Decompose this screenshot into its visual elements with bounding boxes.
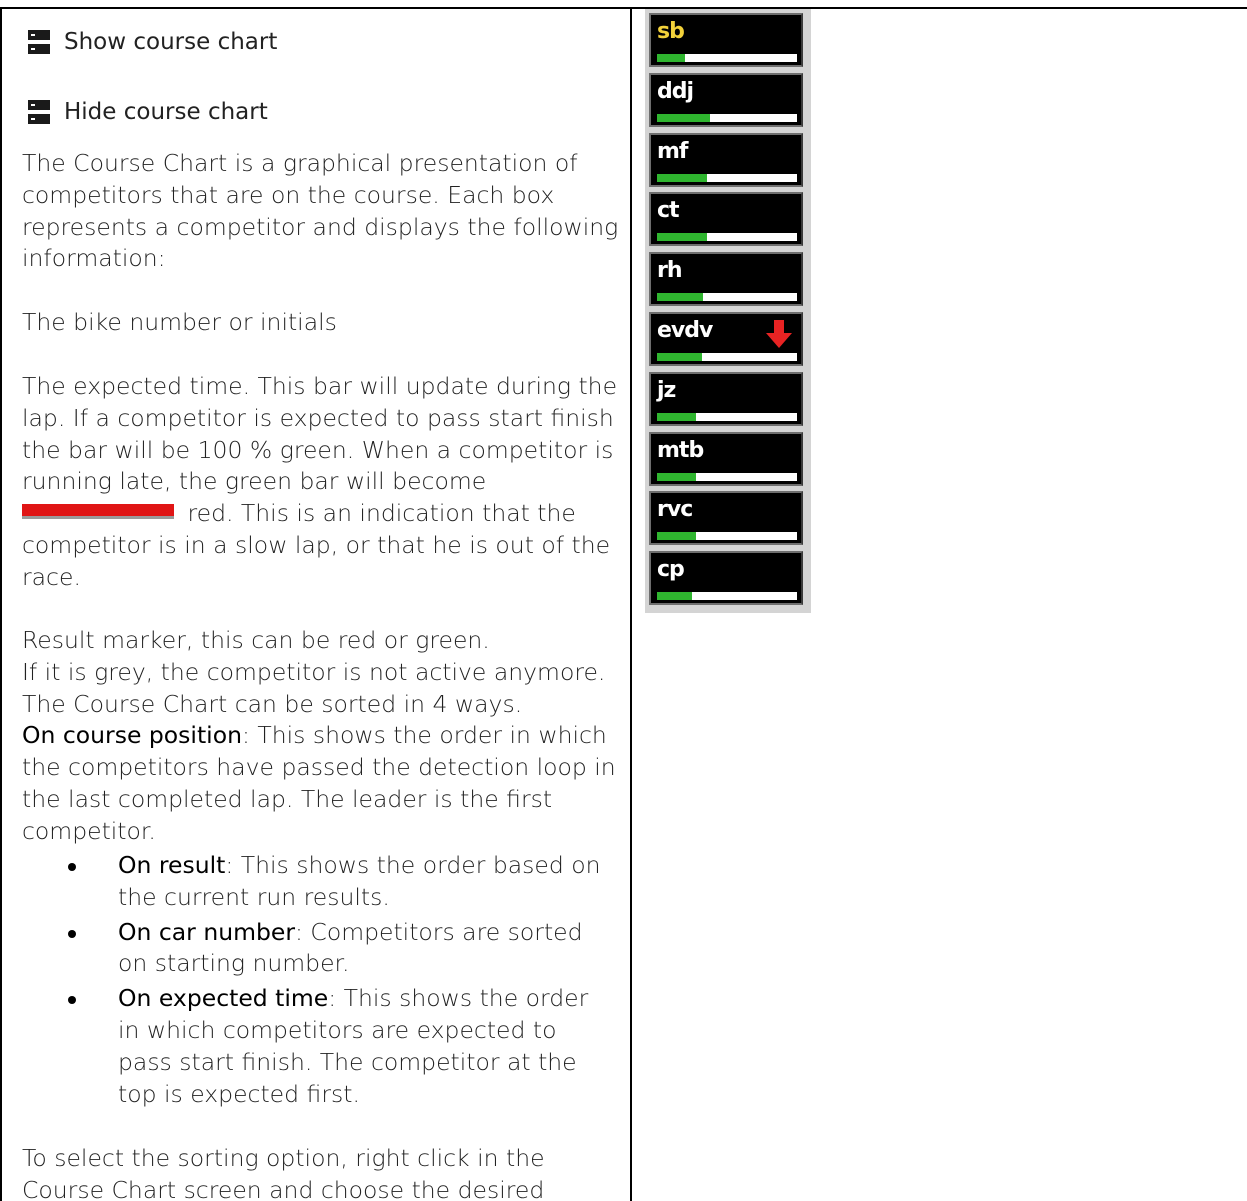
sort-option-title: On car number: [118, 917, 296, 946]
table-column-divider: [630, 7, 632, 1201]
expected-time-bar-fill: [657, 113, 711, 122]
on-course-position-title: On course position: [22, 721, 242, 750]
expected-time-bar-fill: [657, 173, 708, 182]
list-item: On car number: Competitors are sorted on…: [68, 917, 608, 981]
list-item: On expected time: This shows the order i…: [68, 983, 608, 1110]
competitor-label: mtb: [657, 437, 704, 463]
competitor-box[interactable]: rh: [649, 252, 803, 307]
competitor-label: rvc: [657, 497, 693, 523]
competitor-label: ddj: [657, 78, 694, 104]
expected-time-bar: [657, 532, 797, 541]
on-course-position-text: On course position: This shows the order…: [22, 720, 622, 847]
expected-time-bar: [657, 412, 797, 421]
expected-time-bar: [657, 592, 797, 601]
select-option-text: To select the sorting option, right clic…: [22, 1144, 545, 1201]
bike-number-paragraph: The bike number or initials: [22, 307, 622, 339]
expected-time-bar: [657, 293, 797, 302]
expected-time-bar-fill: [657, 412, 697, 421]
competitor-label: jz: [657, 377, 676, 403]
result-marker-line1: Result marker, this can be red or green.: [22, 626, 490, 654]
competitor-box[interactable]: jz: [649, 371, 803, 426]
table-border-left: [0, 7, 2, 1201]
intro-paragraph: The Course Chart is a graphical presenta…: [22, 148, 622, 275]
bullet-icon: [68, 863, 76, 871]
competitor-box[interactable]: mf: [649, 132, 803, 187]
show-course-chart-item[interactable]: Show course chart: [28, 29, 277, 55]
result-marker-line2: If it is grey, the competitor is not act…: [22, 657, 606, 686]
expected-time-bar: [657, 173, 797, 182]
result-marker-paragraph: Result marker, this can be red or green.…: [22, 625, 622, 848]
competitor-label: cp: [657, 557, 685, 583]
competitor-box[interactable]: cp: [649, 551, 803, 606]
course-chart-icon: [28, 100, 50, 124]
competitor-box[interactable]: mtb: [649, 431, 803, 486]
expected-time-bar-fill: [657, 54, 685, 62]
red-down-arrow-icon: [766, 320, 792, 348]
expected-time-paragraph: The expected time. This bar will update …: [22, 371, 622, 594]
hide-course-chart-label: Hide course chart: [64, 99, 268, 125]
expected-time-bar: [657, 353, 797, 361]
bike-number-text: The bike number or initials: [22, 308, 337, 336]
expected-time-bar: [657, 233, 797, 242]
intro-text: The Course Chart is a graphical presenta…: [22, 149, 619, 273]
expected-time-bar: [657, 472, 797, 481]
description-cell: Show course chart Hide course chart The …: [22, 9, 622, 1201]
expected-time-bar-fill: [657, 592, 692, 601]
sort-options-list: On result: This shows the order based on…: [68, 850, 608, 1113]
course-chart[interactable]: sb ddj mf ct rh evdv jz mtb rvc cp: [645, 9, 811, 613]
competitor-box[interactable]: rvc: [649, 491, 803, 546]
expected-time-bar-fill: [657, 293, 704, 302]
expected-time-bar-fill: [657, 353, 702, 361]
course-chart-icon: [28, 30, 50, 54]
expected-time-before: The expected time. This bar will update …: [22, 372, 618, 496]
competitor-label: sb: [657, 19, 685, 44]
competitor-label: evdv: [657, 318, 713, 343]
select-option-paragraph: To select the sorting option, right clic…: [22, 1143, 622, 1201]
red-bar-swatch: [22, 504, 174, 520]
expected-time-bar-fill: [657, 532, 697, 541]
list-item: On result: This shows the order based on…: [68, 850, 608, 914]
result-marker-line3: The Course Chart can be sorted in 4 ways…: [22, 689, 523, 718]
expected-time-bar-fill: [657, 472, 697, 481]
competitor-box[interactable]: evdv: [649, 312, 803, 366]
competitor-box[interactable]: ddj: [649, 72, 803, 127]
competitor-box[interactable]: ct: [649, 192, 803, 247]
sort-option-title: On expected time: [118, 984, 329, 1013]
document-table: Show course chart Hide course chart The …: [0, 0, 1247, 1201]
competitor-box[interactable]: sb: [649, 13, 803, 67]
sort-option-title: On result: [118, 851, 226, 879]
expected-time-bar: [657, 54, 797, 62]
hide-course-chart-item[interactable]: Hide course chart: [28, 99, 268, 125]
competitor-label: ct: [657, 198, 680, 224]
competitor-label: rh: [657, 258, 682, 284]
bullet-icon: [68, 929, 76, 938]
competitor-label: mf: [657, 138, 688, 164]
expected-time-bar-fill: [657, 233, 708, 242]
show-course-chart-label: Show course chart: [64, 29, 278, 55]
bullet-icon: [68, 996, 76, 1005]
expected-time-text: The expected time. This bar will update …: [22, 371, 622, 594]
expected-time-bar: [657, 113, 797, 122]
